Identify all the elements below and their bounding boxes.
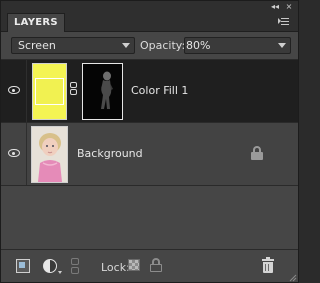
layer-controls-row: Screen Opacity: 80% xyxy=(1,33,298,59)
link-layers-icon[interactable] xyxy=(71,258,79,275)
panel-top-strip: ◂◂ × xyxy=(1,1,298,12)
lock-transparent-pixels-icon[interactable] xyxy=(128,259,140,271)
chain-icon[interactable] xyxy=(70,82,77,96)
panel-menu-icon[interactable] xyxy=(278,16,290,26)
opacity-label: Opacity: xyxy=(140,39,186,52)
photo-thumbnail xyxy=(32,127,67,182)
lock-icon xyxy=(251,146,263,160)
layer-image-thumbnail[interactable] xyxy=(31,126,68,183)
layer-name: Color Fill 1 xyxy=(131,84,189,97)
opacity-field[interactable]: 80% xyxy=(184,37,291,54)
visibility-toggle[interactable] xyxy=(1,60,27,122)
eye-icon[interactable] xyxy=(8,86,20,94)
mask-silhouette xyxy=(101,71,113,109)
lock-all-icon[interactable] xyxy=(150,258,164,272)
layers-toolbar: Lock: xyxy=(1,249,298,282)
chevron-down-icon[interactable] xyxy=(278,43,286,48)
blend-mode-value: Screen xyxy=(18,39,56,52)
layer-list: Color Fill 1 Background xyxy=(1,59,298,249)
eye-icon[interactable] xyxy=(8,149,20,157)
layer-row-background[interactable]: Background xyxy=(1,123,298,186)
fill-color-thumbnail[interactable] xyxy=(32,63,67,120)
new-layer-icon[interactable] xyxy=(16,259,30,273)
layers-panel: ◂◂ × LAYERS Screen Opacity: 80% Color Fi… xyxy=(0,0,299,283)
tab-layers[interactable]: LAYERS xyxy=(7,13,65,32)
close-panel-button[interactable]: × xyxy=(283,1,295,12)
panel-tab-row: LAYERS xyxy=(1,12,298,32)
chevron-down-icon xyxy=(122,43,130,48)
collapse-panel-button[interactable]: ◂◂ xyxy=(269,1,281,12)
resize-grip-icon[interactable] xyxy=(288,273,297,282)
adjustment-layer-icon[interactable] xyxy=(43,259,57,273)
fill-swatch xyxy=(35,78,64,105)
visibility-toggle[interactable] xyxy=(1,123,27,185)
layer-row-color-fill[interactable]: Color Fill 1 xyxy=(1,60,298,123)
chevron-down-icon[interactable] xyxy=(58,271,62,274)
lock-label: Lock: xyxy=(101,261,130,274)
trash-icon[interactable] xyxy=(262,257,274,273)
opacity-value: 80% xyxy=(186,39,211,52)
layer-mask-thumbnail[interactable] xyxy=(82,63,123,120)
blend-mode-select[interactable]: Screen xyxy=(11,37,135,54)
layer-name: Background xyxy=(77,147,143,160)
